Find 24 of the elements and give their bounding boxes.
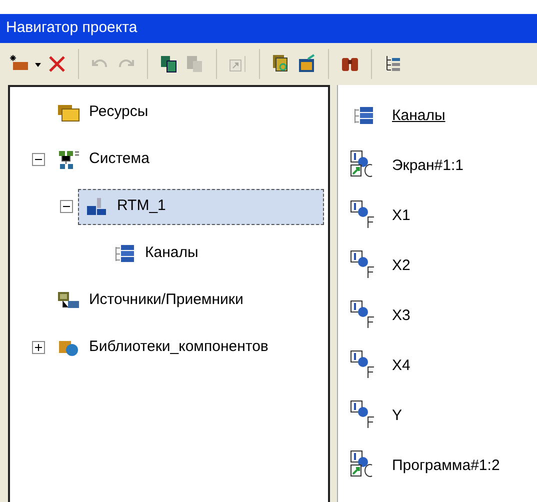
tree-item[interactable]: Каналы: [106, 236, 200, 272]
tree-item[interactable]: Библиотеки_компонентов: [50, 330, 270, 366]
list-item[interactable]: X1: [392, 204, 410, 228]
folders-icon: [57, 102, 81, 122]
list-item[interactable]: Программа#1:2: [392, 454, 500, 478]
node-icon: [85, 196, 109, 216]
network-icon: [57, 150, 81, 170]
list-item[interactable]: X3: [392, 304, 410, 328]
list-item[interactable]: X2: [392, 254, 410, 278]
tree-item[interactable]: RTM_1: [78, 188, 324, 224]
computers-icon: [57, 290, 81, 310]
list-item[interactable]: X4: [392, 354, 410, 378]
channels-list-icon: [113, 244, 137, 264]
collapse-toggle[interactable]: [32, 153, 45, 166]
window-title: Навигатор проекта: [0, 14, 537, 43]
expand-toggle[interactable]: [32, 341, 45, 354]
channels-link[interactable]: Каналы: [392, 104, 446, 128]
tree-item[interactable]: Система: [50, 142, 150, 178]
tree-item[interactable]: Источники/Приемники: [50, 282, 244, 318]
channels-list-icon: [352, 106, 376, 126]
tree-item[interactable]: Ресурсы: [50, 94, 150, 130]
list-item[interactable]: Y: [392, 404, 402, 428]
collapse-toggle[interactable]: [60, 200, 73, 213]
list-item[interactable]: Экран#1:1: [392, 154, 464, 178]
